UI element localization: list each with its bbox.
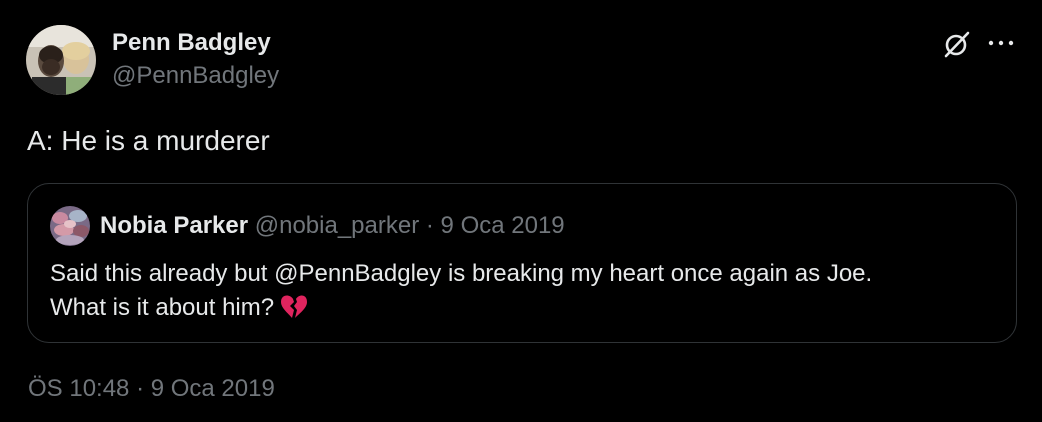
author-info: Penn Badgley @PennBadgley [112,28,279,91]
quoted-tweet[interactable]: Nobia Parker @nobia_parker · 9 Oca 2019 … [27,183,1017,343]
tweet-text: A: He is a murderer [27,125,270,156]
quoted-author-avatar[interactable] [50,206,90,246]
grok-icon-glyph [944,31,970,58]
quoted-tweet-text: Said this already but @PennBadgley is br… [50,257,1000,330]
quoted-text-line-2: What is it about him? [50,294,275,321]
tweet-card: Penn Badgley @PennBadgley A: He is a mur… [0,0,1042,422]
quoted-text-line-1: Said this already but @PennBadgley is br… [50,260,873,287]
author-avatar[interactable] [26,25,96,95]
broken-heart-glyph [281,295,308,318]
grok-icon[interactable] [940,28,972,60]
quoted-tweet-header: Nobia Parker @nobia_parker · 9 Oca 2019 [100,211,565,241]
author-name[interactable]: Penn Badgley [112,28,279,58]
quoted-text-line-2-wrapper: What is it about him? [50,291,1000,330]
broken-heart-icon [280,294,308,330]
quoted-tweet-date[interactable]: 9 Oca 2019 [441,212,565,239]
quoted-author-handle[interactable]: @nobia_parker [255,212,419,239]
author-handle[interactable]: @PennBadgley [112,61,279,91]
more-horizontal-icon[interactable] [986,30,1016,56]
more-dots-glyph [988,40,1014,46]
header-separator: · [419,212,441,239]
tweet-timestamp[interactable]: ÖS 10:48 · 9 Oca 2019 [28,374,275,404]
quoted-author-avatar-image [50,206,90,246]
author-avatar-image [26,25,96,95]
quoted-author-name[interactable]: Nobia Parker [100,212,248,239]
